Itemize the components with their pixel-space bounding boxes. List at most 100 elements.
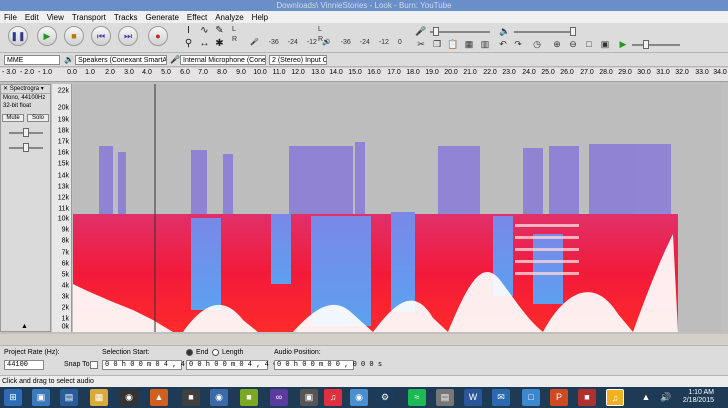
ruler-tick: 34.0 <box>713 69 727 76</box>
ruler-tick: - 1.0 <box>37 69 53 76</box>
draw-tool-icon[interactable]: ✎ <box>213 25 226 37</box>
end-label: End <box>196 349 209 356</box>
minecraft-icon[interactable]: ■ <box>240 389 258 406</box>
menu-help[interactable]: Help <box>252 13 268 22</box>
channels-select[interactable]: 2 (Stereo) Input C <box>269 55 327 65</box>
gain-slider-thumb[interactable] <box>23 128 29 137</box>
folder-icon[interactable]: ▦ <box>90 389 108 406</box>
selection-end-input[interactable]: 0 0 h 0 0 m 0 4 , 4 6 1 s <box>186 360 294 370</box>
cut-icon[interactable]: ✂ <box>414 38 428 50</box>
track-control-panel[interactable]: ✕ Spectrogra ▾ Mono, 44100Hz 32-bit floa… <box>0 84 51 332</box>
itunes-icon[interactable]: ♫ <box>324 389 342 406</box>
play-at-speed-icon[interactable]: ▶ <box>616 38 630 50</box>
app-icon[interactable]: ▣ <box>300 389 318 406</box>
app-icon[interactable]: ◉ <box>210 389 228 406</box>
collapse-track-icon[interactable]: ▲ <box>21 323 28 330</box>
start-button-icon[interactable]: ⊞ <box>4 389 22 406</box>
fit-project-icon[interactable]: ▣ <box>598 38 612 50</box>
envelope-tool-icon[interactable]: ∿ <box>198 25 211 37</box>
trim-icon[interactable]: ▦ <box>462 38 476 50</box>
pause-button[interactable]: ❚❚ <box>8 26 28 46</box>
close-icon[interactable]: ✕ <box>3 86 8 92</box>
playback-meter-scale[interactable]: 🔊 -36 -24 -12 0 <box>322 38 402 48</box>
track-area[interactable]: ✕ Spectrogra ▾ Mono, 44100Hz 32-bit floa… <box>0 82 728 334</box>
sync-lock-icon[interactable]: ◷ <box>530 38 544 50</box>
project-rate-select[interactable]: 44100 <box>4 360 44 370</box>
spotify-icon[interactable]: ≈ <box>408 389 426 406</box>
terminal-icon[interactable]: ■ <box>182 389 200 406</box>
multi-tool-icon[interactable]: ✱ <box>213 38 226 50</box>
word-icon[interactable]: W <box>464 389 482 406</box>
zoom-out-icon[interactable]: ⊖ <box>566 38 580 50</box>
webcam-icon[interactable]: ◉ <box>120 389 138 406</box>
zoom-in-icon[interactable]: ⊕ <box>550 38 564 50</box>
zoom-tool-icon[interactable]: ⚲ <box>182 38 195 50</box>
selection-start-input[interactable]: 0 0 h 0 0 m 0 4 , 4 6 1 s <box>102 360 210 370</box>
freq-label: 0k <box>61 323 69 331</box>
play-speed-slider[interactable] <box>632 44 680 46</box>
audacity-icon[interactable]: ♫ <box>606 389 624 406</box>
tray-arrow-icon[interactable]: ▲ <box>640 389 652 406</box>
recording-volume-slider[interactable] <box>430 31 490 33</box>
end-radio[interactable] <box>186 349 193 356</box>
skip-end-button[interactable]: ⏭ <box>118 26 138 46</box>
steam-icon[interactable]: ⚙ <box>376 389 394 406</box>
mail-icon[interactable]: ✉ <box>492 389 510 406</box>
play-speed-thumb[interactable] <box>643 40 649 49</box>
library-icon[interactable]: ▤ <box>60 389 78 406</box>
silence-icon[interactable]: ▥ <box>478 38 492 50</box>
play-button[interactable]: ▶ <box>37 26 57 46</box>
snap-to-checkbox[interactable] <box>90 361 98 369</box>
length-radio[interactable] <box>212 349 219 356</box>
skip-start-button[interactable]: ⏮ <box>91 26 111 46</box>
ruler-tick: 21.0 <box>463 69 477 76</box>
vlc-icon[interactable]: ▲ <box>150 389 168 406</box>
mute-button[interactable]: Mute <box>2 114 24 122</box>
playback-volume-thumb[interactable] <box>570 27 576 36</box>
stop-button[interactable]: ■ <box>64 26 84 46</box>
record-meter-icon[interactable]: L R <box>232 25 237 43</box>
menu-generate[interactable]: Generate <box>146 13 179 22</box>
track-menu-button[interactable]: ✕ Spectrogra ▾ <box>1 85 50 94</box>
undo-icon[interactable]: ↶ <box>496 38 510 50</box>
playback-meter-icon[interactable]: L R <box>318 25 323 43</box>
audio-host-select[interactable]: MME <box>4 55 60 65</box>
selection-tool-icon[interactable]: I <box>182 25 195 37</box>
printer-icon[interactable]: ▤ <box>436 389 454 406</box>
fit-selection-icon[interactable]: □ <box>582 38 596 50</box>
menu-analyze[interactable]: Analyze <box>215 13 243 22</box>
device-toolbar: MME 🔊 Speakers (Conexant SmartAud 🎤 Inte… <box>0 53 728 67</box>
redo-icon[interactable]: ↷ <box>511 38 525 50</box>
recording-volume-thumb[interactable] <box>433 27 439 36</box>
playback-device-select[interactable]: Speakers (Conexant SmartAud <box>75 55 167 65</box>
ruler-tick: 10.0 <box>253 69 267 76</box>
paste-icon[interactable]: 📋 <box>446 38 460 50</box>
copy-icon[interactable]: ❐ <box>430 38 444 50</box>
timeline-ruler[interactable]: - 3.0 - 2.0 - 1.0 0.0 1.0 2.0 3.0 4.0 5.… <box>0 68 728 82</box>
system-clock[interactable]: 1:10 AM 2/18/2015 <box>683 389 714 405</box>
powerpoint-icon[interactable]: P <box>550 389 568 406</box>
audio-position-display[interactable]: 0 0 h 0 0 m 0 0 , 0 0 0 s <box>274 360 382 370</box>
menu-transport[interactable]: Transport <box>72 13 106 22</box>
recording-device-select[interactable]: Internal Microphone (Conexar <box>180 55 266 65</box>
menu-tracks[interactable]: Tracks <box>114 13 138 22</box>
solo-button[interactable]: Solo <box>27 114 49 122</box>
timeshift-tool-icon[interactable]: ↔ <box>198 38 211 50</box>
menu-effect[interactable]: Effect <box>187 13 207 22</box>
app-icon[interactable]: □ <box>522 389 540 406</box>
menu-view[interactable]: View <box>47 13 64 22</box>
spectrogram-view[interactable] <box>73 84 721 332</box>
ruler-tick: 29.0 <box>618 69 632 76</box>
visual-studio-icon[interactable]: ∞ <box>270 389 288 406</box>
menu-edit[interactable]: Edit <box>25 13 39 22</box>
app-icon[interactable]: ■ <box>578 389 596 406</box>
record-button[interactable]: ● <box>148 26 168 46</box>
playback-volume-slider[interactable] <box>514 31 576 33</box>
menu-file[interactable]: File <box>4 13 17 22</box>
ruler-tick: 13.0 <box>311 69 325 76</box>
desktop-icon[interactable]: ▣ <box>32 389 50 406</box>
ruler-tick: 18.0 <box>406 69 420 76</box>
volume-tray-icon[interactable]: 🔊 <box>660 389 672 406</box>
pan-slider-thumb[interactable] <box>23 143 29 152</box>
chrome-icon[interactable]: ◉ <box>350 389 368 406</box>
